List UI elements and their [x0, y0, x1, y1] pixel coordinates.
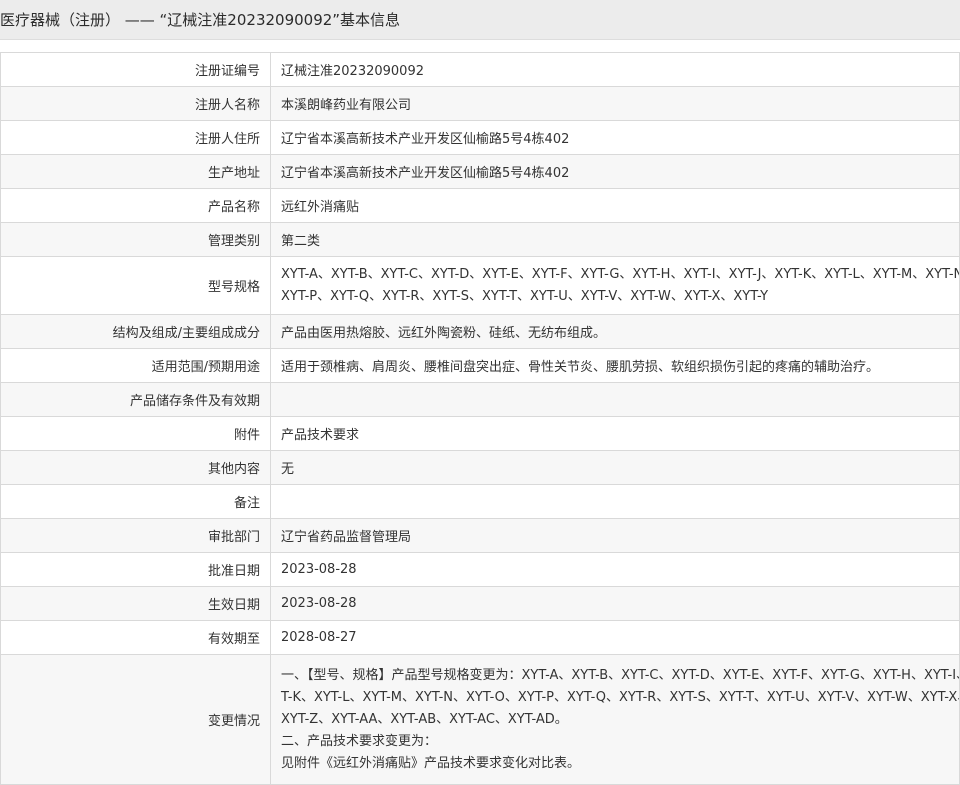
field-label: 变更情况	[0, 654, 271, 785]
field-value: 辽宁省本溪高新技术产业开发区仙榆路5号4栋402	[270, 120, 960, 155]
field-value: 2028-08-27	[270, 620, 960, 655]
table-row: 结构及组成/主要组成成分 产品由医用热熔胶、远红外陶瓷粉、硅纸、无纺布组成。	[0, 314, 960, 349]
table-row: 备注	[0, 484, 960, 519]
change-line-1: 一、【型号、规格】产品型号规格变更为：XYT-A、XYT-B、XYT-C、XYT…	[281, 667, 959, 683]
field-value: 无	[270, 450, 960, 485]
field-label: 生效日期	[0, 586, 271, 621]
basic-info-table: 注册证编号 辽械注准20232090092 注册人名称 本溪朗峰药业有限公司 注…	[0, 52, 960, 785]
change-line-3: XYT-Z、XYT-AA、XYT-AB、XYT-AC、XYT-AD。	[281, 711, 568, 727]
field-label: 管理类别	[0, 222, 271, 257]
field-value: 产品技术要求	[270, 416, 960, 451]
table-row: 其他内容 无	[0, 450, 960, 485]
field-label: 产品名称	[0, 188, 271, 223]
page-title: 医疗器械（注册） —— “辽械注准20232090092”基本信息	[0, 11, 401, 29]
table-row: 管理类别 第二类	[0, 222, 960, 257]
field-label: 审批部门	[0, 518, 271, 553]
field-label: 生产地址	[0, 154, 271, 189]
field-value	[270, 484, 960, 519]
table-row: 生产地址 辽宁省本溪高新技术产业开发区仙榆路5号4栋402	[0, 154, 960, 189]
table-row: 附件 产品技术要求	[0, 416, 960, 451]
change-line-2: T-K、XYT-L、XYT-M、XYT-N、XYT-O、XYT-P、XYT-Q、…	[281, 689, 960, 705]
field-value: 辽械注准20232090092	[270, 52, 960, 87]
table-row: 注册证编号 辽械注准20232090092	[0, 52, 960, 87]
table-row: 变更情况 一、【型号、规格】产品型号规格变更为：XYT-A、XYT-B、XYT-…	[0, 654, 960, 785]
field-value: 本溪朗峰药业有限公司	[270, 86, 960, 121]
model-spec-line-1: XYT-A、XYT-B、XYT-C、XYT-D、XYT-E、XYT-F、XYT-…	[281, 266, 960, 282]
field-value: 2023-08-28	[270, 552, 960, 587]
table-row: 注册人名称 本溪朗峰药业有限公司	[0, 86, 960, 121]
table-row: 适用范围/预期用途 适用于颈椎病、肩周炎、腰椎间盘突出症、骨性关节炎、腰肌劳损、…	[0, 348, 960, 383]
page-title-bar: 医疗器械（注册） —— “辽械注准20232090092”基本信息	[0, 0, 960, 40]
table-row: 产品名称 远红外消痛贴	[0, 188, 960, 223]
field-value-multiline: 一、【型号、规格】产品型号规格变更为：XYT-A、XYT-B、XYT-C、XYT…	[270, 654, 960, 785]
field-label: 有效期至	[0, 620, 271, 655]
table-row: 批准日期 2023-08-28	[0, 552, 960, 587]
table-row: 产品储存条件及有效期	[0, 382, 960, 417]
field-label: 产品储存条件及有效期	[0, 382, 271, 417]
table-row: 注册人住所 辽宁省本溪高新技术产业开发区仙榆路5号4栋402	[0, 120, 960, 155]
field-label: 批准日期	[0, 552, 271, 587]
field-label: 结构及组成/主要组成成分	[0, 314, 271, 349]
table-row: 型号规格 XYT-A、XYT-B、XYT-C、XYT-D、XYT-E、XYT-F…	[0, 256, 960, 315]
field-label: 备注	[0, 484, 271, 519]
table-row: 有效期至 2028-08-27	[0, 620, 960, 655]
model-spec-line-2: XYT-P、XYT-Q、XYT-R、XYT-S、XYT-T、XYT-U、XYT-…	[281, 288, 769, 304]
field-value	[270, 382, 960, 417]
table-row: 审批部门 辽宁省药品监督管理局	[0, 518, 960, 553]
table-row: 生效日期 2023-08-28	[0, 586, 960, 621]
field-value: 远红外消痛贴	[270, 188, 960, 223]
field-value: 2023-08-28	[270, 586, 960, 621]
field-label: 注册人住所	[0, 120, 271, 155]
field-label: 注册人名称	[0, 86, 271, 121]
field-value: 辽宁省药品监督管理局	[270, 518, 960, 553]
field-value: 适用于颈椎病、肩周炎、腰椎间盘突出症、骨性关节炎、腰肌劳损、软组织损伤引起的疼痛…	[270, 348, 960, 383]
field-value-multiline: XYT-A、XYT-B、XYT-C、XYT-D、XYT-E、XYT-F、XYT-…	[270, 256, 960, 315]
field-value: 产品由医用热熔胶、远红外陶瓷粉、硅纸、无纺布组成。	[270, 314, 960, 349]
field-label: 型号规格	[0, 256, 271, 315]
field-label: 其他内容	[0, 450, 271, 485]
field-value: 辽宁省本溪高新技术产业开发区仙榆路5号4栋402	[270, 154, 960, 189]
field-value: 第二类	[270, 222, 960, 257]
change-line-4: 二、产品技术要求变更为：	[281, 733, 438, 749]
field-label: 注册证编号	[0, 52, 271, 87]
change-line-5: 见附件《远红外消痛贴》产品技术要求变化对比表。	[281, 755, 581, 771]
field-label: 附件	[0, 416, 271, 451]
field-label: 适用范围/预期用途	[0, 348, 271, 383]
